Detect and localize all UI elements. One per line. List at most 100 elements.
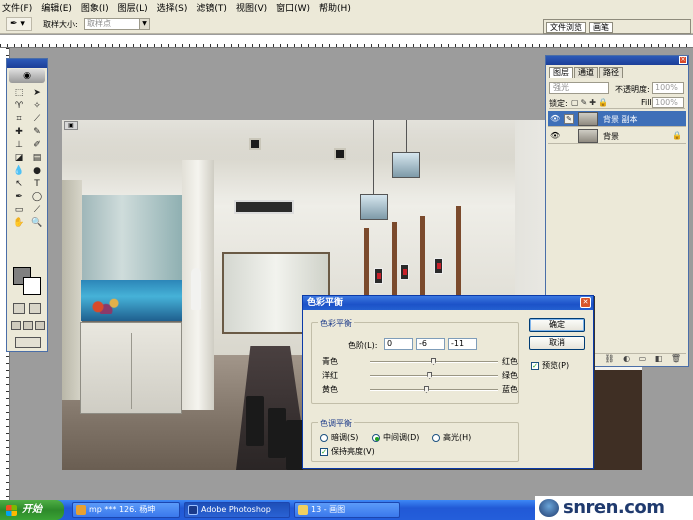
taskbar-item-label: 13 - 画图	[311, 505, 346, 514]
document-window-icon[interactable]: ▣	[64, 121, 78, 130]
eyedropper-tool-preset[interactable]: ✒ ▾	[6, 17, 32, 31]
lock-icon: 🔒	[672, 131, 682, 140]
marquee-tool-icon[interactable]: ⬚	[11, 87, 27, 99]
background-color-swatch[interactable]	[23, 277, 41, 295]
eye-icon[interactable]: 👁	[550, 114, 560, 124]
photo-wood-strip	[420, 216, 425, 298]
tab-paths[interactable]: 路径	[599, 67, 623, 78]
eraser-tool-icon[interactable]: ◪	[11, 152, 27, 164]
opacity-label: 不透明度:	[615, 85, 650, 94]
tab-file-browser[interactable]: 文件浏览	[546, 22, 586, 33]
slider-cyan-red: 青色 红色	[322, 355, 522, 367]
level-input-cyan-red[interactable]: 0	[384, 338, 413, 350]
hand-tool-icon[interactable]: ✋	[11, 217, 27, 229]
layers-palette-titlebar[interactable]: ×	[546, 56, 688, 65]
sample-size-value: 取样点	[87, 19, 111, 28]
close-icon[interactable]: ×	[679, 56, 687, 64]
layer-row[interactable]: 👁 背景 🔒	[548, 128, 686, 144]
dialog-titlebar[interactable]: 色彩平衡 ✕	[303, 296, 593, 310]
gradient-tool-icon[interactable]: ▤	[29, 152, 45, 164]
radio-label: 暗调(S)	[331, 433, 359, 442]
menu-window[interactable]: 窗口(W)	[276, 1, 310, 14]
preview-checkbox[interactable]: ✓ 预览(P)	[531, 360, 569, 371]
menu-view[interactable]: 视图(V)	[236, 1, 267, 14]
fill-input[interactable]: 100%	[652, 97, 684, 108]
path-selection-tool-icon[interactable]: ↖	[11, 178, 27, 190]
taskbar-item[interactable]: Adobe Photoshop	[184, 502, 290, 518]
lock-options-icon[interactable]: ▢✎✚🔒	[571, 98, 610, 107]
slice-tool-icon[interactable]: ⟋	[29, 113, 45, 125]
screen-mode-full-menu-button[interactable]	[23, 321, 33, 330]
photo-glass-partition	[82, 195, 182, 285]
crop-tool-icon[interactable]: ⌗	[11, 113, 27, 125]
menu-select[interactable]: 选择(S)	[157, 1, 188, 14]
checkbox-label: 预览(P)	[542, 361, 570, 370]
toolbox-titlebar[interactable]	[7, 59, 47, 68]
ruler-horizontal	[0, 35, 693, 48]
opacity-input[interactable]: 100%	[652, 82, 684, 94]
slider-right-label: 蓝色	[502, 385, 518, 394]
clone-stamp-tool-icon[interactable]: ⊥	[11, 139, 27, 151]
menu-image[interactable]: 图象(I)	[81, 1, 109, 14]
layer-row[interactable]: 👁 ✎ 背景 副本	[548, 111, 686, 127]
radio-shadows[interactable]: 暗调(S)	[320, 432, 358, 443]
taskbar-item[interactable]: 13 - 画图	[294, 502, 400, 518]
start-button[interactable]: 开始	[0, 500, 64, 520]
screen-mode-standard-button[interactable]	[11, 321, 21, 330]
pen-tool-icon[interactable]: ✒	[11, 191, 27, 203]
slider-track[interactable]	[370, 389, 498, 391]
menu-filter[interactable]: 滤镜(T)	[196, 1, 227, 14]
slider-thumb[interactable]	[431, 358, 436, 365]
slider-thumb[interactable]	[427, 372, 433, 379]
screen-mode-full-button[interactable]	[35, 321, 45, 330]
shape-tool-icon[interactable]: ◯	[29, 191, 45, 203]
slider-thumb[interactable]	[423, 386, 429, 393]
menu-file[interactable]: 文件(F)	[2, 1, 32, 14]
blur-tool-icon[interactable]: 💧	[11, 165, 27, 177]
taskbar-item[interactable]: mp *** 126. 杨坤	[72, 502, 180, 518]
sample-size-label: 取样大小:	[43, 20, 78, 29]
menu-layer[interactable]: 图层(L)	[118, 1, 148, 14]
cancel-button[interactable]: 取消	[529, 336, 585, 350]
zoom-tool-icon[interactable]: 🔍	[29, 217, 45, 229]
ok-button[interactable]: 确定	[529, 318, 585, 332]
tab-layers[interactable]: 图层	[549, 67, 573, 78]
photo-pendant-wire	[406, 120, 407, 152]
layer-name: 背景 副本	[603, 115, 638, 124]
eyedropper-tool-icon[interactable]: ⟋	[29, 204, 45, 216]
sample-size-select[interactable]: 取样点 ▼	[84, 18, 150, 30]
level-input-magenta-green[interactable]: -6	[416, 338, 445, 350]
photoshop-icon	[188, 505, 198, 515]
menu-help[interactable]: 帮助(H)	[319, 1, 351, 14]
preserve-luminosity-checkbox[interactable]: ✓ 保持亮度(V)	[320, 446, 375, 457]
menu-edit[interactable]: 编辑(E)	[41, 1, 72, 14]
brush-tool-icon[interactable]: ✎	[29, 126, 45, 138]
quick-mask-button[interactable]	[29, 303, 41, 314]
dodge-tool-icon[interactable]: ●	[29, 165, 45, 177]
eye-icon[interactable]: 👁	[550, 131, 560, 141]
menu-bar: 文件(F) 编辑(E) 图象(I) 图层(L) 选择(S) 滤镜(T) 视图(V…	[0, 0, 693, 14]
photo-wood-strip	[364, 228, 369, 298]
standard-mode-button[interactable]	[13, 303, 25, 314]
notes-tool-icon[interactable]: ▭	[11, 204, 27, 216]
move-tool-icon[interactable]: ➤	[29, 87, 45, 99]
blend-mode-select[interactable]: 强光	[549, 82, 609, 94]
radio-highlights[interactable]: 高光(H)	[432, 432, 471, 443]
close-icon[interactable]: ✕	[580, 297, 591, 308]
type-tool-icon[interactable]: T	[29, 178, 45, 190]
slider-track[interactable]	[370, 375, 498, 377]
palette-well: 文件浏览 画笔	[543, 19, 691, 34]
photo-cabinet-seam	[131, 333, 132, 409]
lasso-tool-icon[interactable]: ♈	[11, 100, 27, 112]
magic-wand-tool-icon[interactable]: ✧	[29, 100, 45, 112]
photoshop-logo-icon[interactable]: ◉	[9, 69, 45, 83]
tab-channels[interactable]: 通道	[574, 67, 598, 78]
history-brush-tool-icon[interactable]: ✐	[29, 139, 45, 151]
slider-yellow-blue: 黄色 蓝色	[322, 383, 522, 395]
radio-midtones[interactable]: 中间调(D)	[372, 432, 419, 443]
healing-brush-tool-icon[interactable]: ✚	[11, 126, 27, 138]
level-input-yellow-blue[interactable]: -11	[448, 338, 477, 350]
brand-logo-icon	[539, 499, 559, 517]
tab-brushes[interactable]: 画笔	[589, 22, 613, 33]
jump-to-imageready-button[interactable]	[15, 337, 41, 348]
